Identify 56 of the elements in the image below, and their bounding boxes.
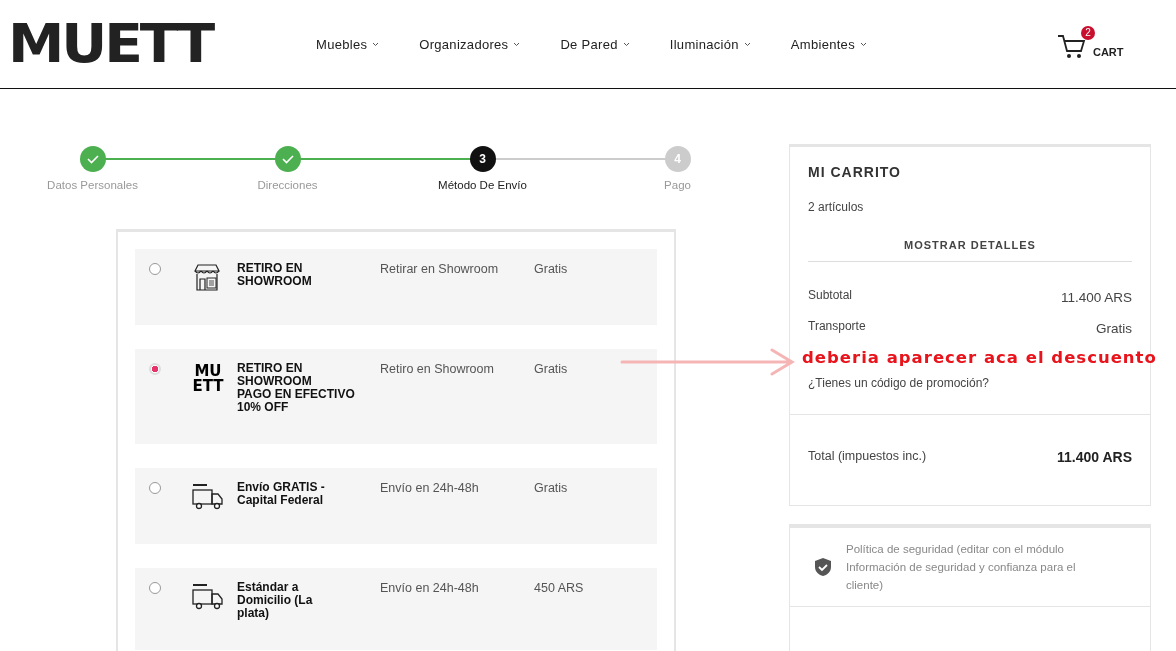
items-count: 2 artículos	[808, 200, 865, 214]
shield-check-icon	[814, 557, 832, 577]
radio-button[interactable]	[149, 263, 161, 275]
summary-label: Subtotal	[808, 288, 853, 304]
step-done-icon[interactable]	[79, 146, 106, 172]
step-label: Método De Envío	[438, 179, 527, 191]
option-description: Envío en 24h-48h	[380, 581, 480, 595]
step-label: Pago	[664, 179, 691, 191]
cart-label[interactable]: CART	[1092, 46, 1124, 58]
nav-link[interactable]: Iluminación	[669, 36, 751, 52]
annotation-text: deberia aparecer aca el descuento	[802, 348, 1157, 367]
option-name: Envío GRATIS - Capital Federal	[237, 481, 326, 507]
cart-title: MI CARRITO	[808, 164, 902, 180]
option-name: RETIRO EN SHOWROOM PAGO EN EFECTIVO 10% OFF	[237, 362, 356, 414]
chevron-icon	[622, 41, 630, 47]
radio-button[interactable]	[149, 582, 161, 594]
summary-value: Gratis	[1096, 321, 1132, 336]
step-label: Direcciones	[257, 179, 318, 191]
nav-link[interactable]: Ambientes	[790, 36, 867, 52]
option-name: RETIRO EN SHOWROOM	[237, 262, 313, 288]
nav-link[interactable]: Organizadores	[419, 36, 521, 52]
cart-count-badge: 2	[1080, 26, 1095, 40]
chevron-icon	[513, 41, 521, 47]
logo[interactable]: MUETT	[8, 17, 313, 71]
total-label: Total (impuestos inc.)	[808, 449, 927, 465]
chevron-icon	[743, 41, 751, 47]
option-description: Retiro en Showroom	[380, 362, 495, 376]
step-done-icon[interactable]	[274, 146, 301, 172]
cart-icon[interactable]	[1056, 34, 1087, 60]
summary-value: 11.400 ARS	[1060, 290, 1132, 305]
step-number[interactable]: 3	[469, 146, 496, 172]
summary-label: Transporte	[808, 319, 866, 335]
option-price: Gratis	[534, 262, 568, 276]
option-price: Gratis	[534, 481, 568, 495]
option-description: Envío en 24h-48h	[380, 481, 480, 495]
shipping-option[interactable]: RETIRO EN SHOWROOM Retirar en Showroom Gratis	[135, 249, 657, 325]
truck-icon	[192, 481, 224, 511]
show-details-button[interactable]: MOSTRAR DETALLES	[808, 214, 1132, 262]
store-icon	[192, 262, 222, 292]
truck-icon	[192, 581, 224, 611]
nav-link[interactable]: Muebles	[316, 36, 380, 52]
promo-code-link[interactable]: ¿Tienes un código de promoción?	[808, 376, 1132, 390]
logo-icon: MU ETT	[192, 362, 224, 394]
total-value: 11.400 ARS	[1057, 449, 1132, 465]
shipping-option[interactable]: Envío GRATIS - Capital Federal Envío en 24h-48h Gratis	[135, 468, 657, 544]
chevron-icon	[372, 41, 380, 47]
radio-button[interactable]	[149, 482, 161, 494]
nav-link[interactable]: De Pared	[560, 36, 630, 52]
chevron-icon	[859, 41, 867, 47]
option-price: 450 ARS	[534, 581, 584, 595]
shipping-option[interactable]: Estándar a Domicilio (La plata) Envío en 24h-48h 450 ARS	[135, 568, 657, 650]
option-name: Estándar a Domicilio (La plata)	[237, 581, 314, 620]
option-price: Gratis	[534, 362, 568, 376]
option-description: Retirar en Showroom	[380, 262, 500, 276]
step-label: Datos Personales	[47, 179, 138, 191]
reassurance-text: Política de seguridad (editar con el módulo Información de seguridad y confianza para el cliente)	[846, 542, 1077, 593]
